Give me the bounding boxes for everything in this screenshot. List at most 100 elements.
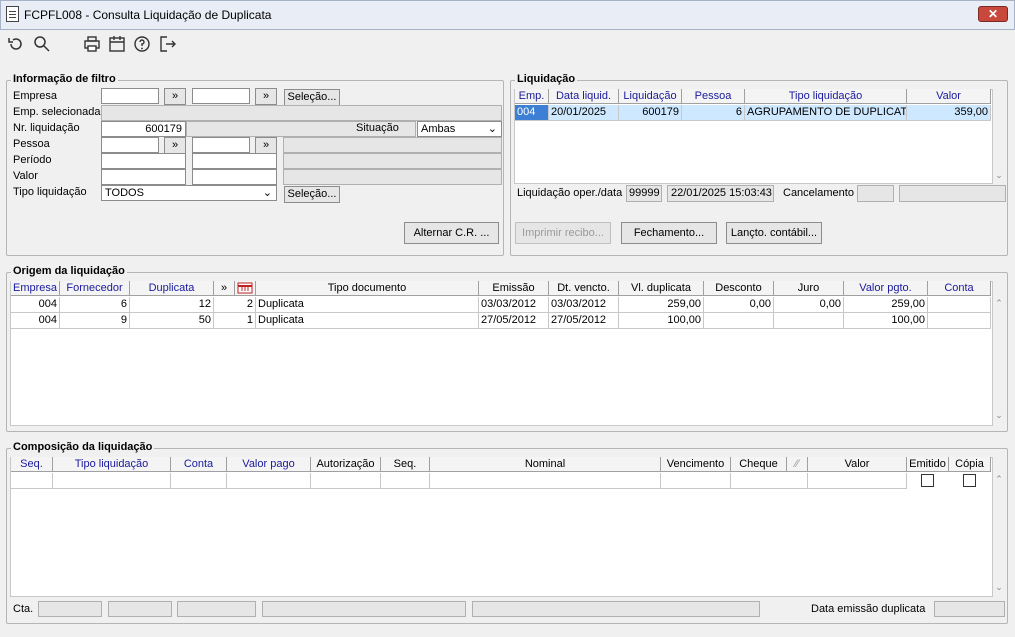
table-row-cell[interactable] — [928, 297, 991, 313]
table-row-cell[interactable] — [11, 473, 53, 489]
table-row-cell[interactable] — [731, 473, 808, 489]
scroll-down-icon[interactable]: ⌄ — [992, 582, 1006, 593]
lancto-contabil-button[interactable]: Lançto. contábil... — [726, 222, 822, 244]
liq-col-pessoa[interactable]: Pessoa — [682, 89, 745, 104]
org-col-fornecedor[interactable]: Fornecedor — [60, 281, 130, 296]
table-row-cell[interactable]: 259,00 — [619, 297, 704, 313]
table-row-cell[interactable]: 0,00 — [774, 297, 844, 313]
liq-col-tipo[interactable]: Tipo liquidação — [745, 89, 907, 104]
scroll-down-icon[interactable]: ⌄ — [992, 410, 1006, 421]
scroll-up-icon[interactable]: ⌃ — [992, 474, 1006, 485]
imprimir-recibo-button[interactable]: Imprimir recibo... — [515, 222, 611, 244]
table-row-cell[interactable]: 004 — [11, 313, 60, 329]
scroll-down-icon[interactable]: ⌄ — [992, 170, 1006, 181]
liq-cell-data[interactable]: 20/01/2025 — [549, 105, 619, 121]
empresa-to-input[interactable] — [192, 88, 250, 104]
help-icon[interactable] — [132, 34, 152, 54]
comp-col-tipo[interactable]: Tipo liquidação — [53, 457, 171, 472]
pessoa-to-input[interactable] — [192, 137, 250, 153]
pessoa-from-input[interactable] — [101, 137, 159, 153]
liq-cell-valor[interactable]: 359,00 — [907, 105, 991, 121]
table-row-cell[interactable]: 1 — [214, 313, 256, 329]
org-col-vencto[interactable]: Dt. vencto. — [549, 281, 619, 296]
liq-col-emp[interactable]: Emp. — [515, 89, 549, 104]
table-row-cell[interactable] — [227, 473, 311, 489]
table-row-cell[interactable] — [808, 473, 907, 489]
search-icon[interactable] — [32, 34, 52, 54]
org-col-conta[interactable]: Conta — [928, 281, 991, 296]
copia-checkbox[interactable] — [963, 474, 976, 487]
table-row-cell[interactable]: 0,00 — [704, 297, 774, 313]
comp-col-valor-pago[interactable]: Valor pago — [227, 457, 311, 472]
situacao-select[interactable]: Ambas ⌄ — [417, 121, 502, 137]
periodo-to-input[interactable] — [192, 153, 277, 169]
empresa-from-lookup-button[interactable]: » — [164, 88, 186, 105]
close-button[interactable]: ✕ — [978, 6, 1008, 22]
org-col-valor-pgto[interactable]: Valor pgto. — [844, 281, 928, 296]
comp-col-cheque[interactable]: Cheque — [731, 457, 787, 472]
scroll-up-icon[interactable]: ⌃ — [992, 298, 1006, 309]
org-col-juro[interactable]: Juro — [774, 281, 844, 296]
comp-col-seq[interactable]: Seq. — [11, 457, 53, 472]
table-row-cell[interactable]: 100,00 — [619, 313, 704, 329]
org-col-vl-duplicata[interactable]: Vl. duplicata — [619, 281, 704, 296]
liq-cell-liquidacao[interactable]: 600179 — [619, 105, 682, 121]
table-row-cell[interactable]: Duplicata — [256, 297, 479, 313]
org-col-duplicata[interactable]: Duplicata — [130, 281, 214, 296]
comp-col-copia[interactable]: Cópia — [949, 457, 991, 472]
table-row-cell[interactable]: 259,00 — [844, 297, 928, 313]
table-row-cell[interactable] — [53, 473, 171, 489]
pessoa-from-lookup-button[interactable]: » — [164, 137, 186, 154]
comp-col-vencimento[interactable]: Vencimento — [661, 457, 731, 472]
alternar-cr-button[interactable]: Alternar C.R. ... — [404, 222, 499, 244]
table-row-cell[interactable] — [171, 473, 227, 489]
table-row-cell[interactable]: 27/05/2012 — [549, 313, 619, 329]
org-col-desconto[interactable]: Desconto — [704, 281, 774, 296]
comp-col-conta[interactable]: Conta — [171, 457, 227, 472]
exit-icon[interactable] — [158, 34, 178, 54]
table-row-cell[interactable]: 12 — [130, 297, 214, 313]
table-row-cell[interactable] — [704, 313, 774, 329]
table-row-cell[interactable] — [311, 473, 381, 489]
org-col-emissao[interactable]: Emissão — [479, 281, 549, 296]
org-col-empresa[interactable]: Empresa — [11, 281, 60, 296]
print-icon[interactable] — [82, 34, 102, 54]
org-col-seq[interactable]: » — [214, 281, 235, 296]
liq-cell-pessoa[interactable]: 6 — [682, 105, 745, 121]
comp-col-nominal[interactable]: Nominal — [430, 457, 661, 472]
org-col-calendar[interactable] — [235, 281, 256, 296]
liq-col-liquidacao[interactable]: Liquidação — [619, 89, 682, 104]
liq-col-valor[interactable]: Valor — [907, 89, 991, 104]
refresh-icon[interactable] — [6, 34, 26, 54]
emitido-checkbox[interactable] — [921, 474, 934, 487]
fechamento-button[interactable]: Fechamento... — [621, 222, 717, 244]
liq-col-data[interactable]: Data liquid. — [549, 89, 619, 104]
tipo-liquidacao-select[interactable]: TODOS ⌄ — [101, 185, 277, 201]
comp-col-emitido[interactable]: Emitido — [907, 457, 949, 472]
comp-col-autorizacao[interactable]: Autorização — [311, 457, 381, 472]
table-row-cell[interactable]: 50 — [130, 313, 214, 329]
comp-col-valor[interactable]: Valor — [808, 457, 907, 472]
calendar-icon[interactable] — [107, 34, 127, 54]
valor-from-input[interactable] — [101, 169, 186, 185]
pessoa-to-lookup-button[interactable]: » — [255, 137, 277, 154]
table-row-cell[interactable] — [381, 473, 430, 489]
tipo-selecao-button[interactable]: Seleção... — [284, 186, 340, 203]
table-row-cell[interactable]: 9 — [60, 313, 130, 329]
liq-cell-tipo[interactable]: AGRUPAMENTO DE DUPLICATA — [745, 105, 907, 121]
comp-col-slash[interactable]: ⁄⁄ — [787, 457, 808, 472]
comp-col-seq2[interactable]: Seq. — [381, 457, 430, 472]
nr-liquidacao-input[interactable]: 600179 — [101, 121, 186, 137]
table-row-cell[interactable]: 004 — [11, 297, 60, 313]
table-row-cell[interactable] — [928, 313, 991, 329]
table-row-cell[interactable]: 6 — [60, 297, 130, 313]
table-row-cell[interactable]: 27/05/2012 — [479, 313, 549, 329]
table-row-cell[interactable] — [661, 473, 731, 489]
empresa-from-input[interactable] — [101, 88, 159, 104]
table-row-cell[interactable]: 03/03/2012 — [549, 297, 619, 313]
empresa-to-lookup-button[interactable]: » — [255, 88, 277, 105]
valor-to-input[interactable] — [192, 169, 277, 185]
table-row-cell[interactable]: 2 — [214, 297, 256, 313]
table-row-cell[interactable] — [430, 473, 661, 489]
liq-cell-emp[interactable]: 004 — [515, 105, 549, 121]
